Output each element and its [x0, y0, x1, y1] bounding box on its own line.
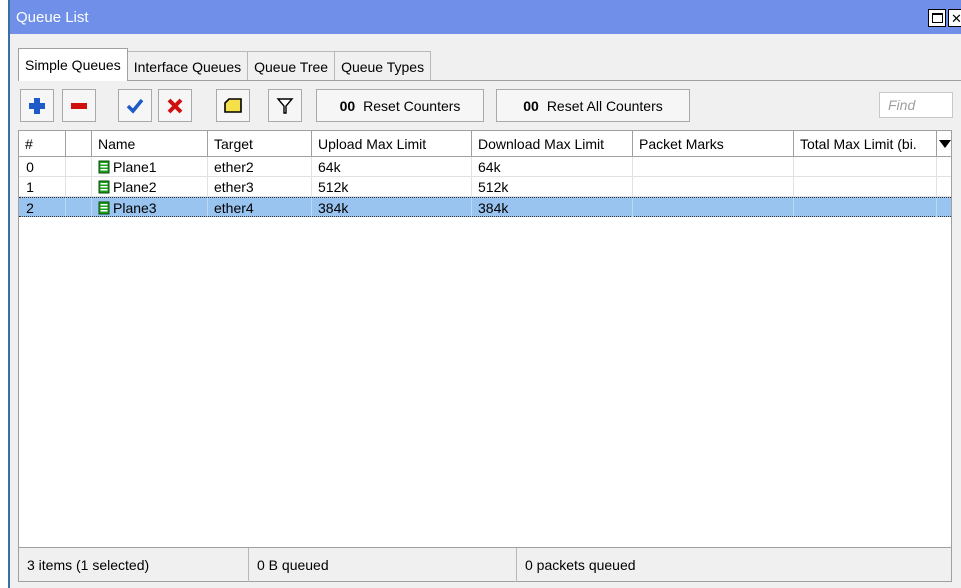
cell-name: Plane2 — [92, 177, 208, 196]
reset-counters-button[interactable]: 00 Reset Counters — [316, 89, 484, 122]
column-header-packet-marks[interactable]: Packet Marks — [633, 131, 794, 156]
cell-upload-max-limit: 64k — [312, 157, 472, 176]
find-input[interactable]: Find — [879, 92, 953, 118]
tab-queue-types[interactable]: Queue Types — [334, 51, 432, 81]
reset-all-counters-label: Reset All Counters — [546, 97, 663, 114]
tab-interface-queues[interactable]: Interface Queues — [126, 51, 249, 81]
cell-upload-max-limit: 384k — [312, 198, 472, 217]
cell-packet-marks — [633, 177, 794, 196]
maximize-button[interactable] — [928, 9, 946, 27]
counter-reset-all-icon: 00 — [523, 97, 539, 114]
table-row[interactable]: 1 Plane2 ether3 512k 512k — [19, 177, 951, 197]
tab-bar: Simple Queues Interface Queues Queue Tre… — [18, 48, 432, 81]
tab-queue-tree[interactable]: Queue Tree — [247, 51, 336, 81]
cell-target: ether3 — [208, 177, 312, 196]
cell-packet-marks — [633, 157, 794, 176]
status-packets-queued: 0 packets queued — [525, 557, 636, 573]
cell-download-max-limit: 64k — [472, 157, 633, 176]
enable-button[interactable] — [118, 89, 152, 122]
close-button[interactable]: ✕ — [948, 9, 961, 27]
window-title: Queue List — [16, 8, 89, 26]
queue-icon — [98, 201, 110, 215]
tab-simple-queues[interactable]: Simple Queues — [18, 48, 128, 81]
cell-flags — [66, 198, 92, 217]
cell-number: 2 — [19, 198, 66, 217]
counter-reset-icon: 00 — [339, 97, 356, 114]
column-header-name[interactable]: Name — [92, 131, 208, 156]
cell-number-text: 1 — [26, 178, 34, 195]
column-chooser-button[interactable] — [937, 131, 951, 156]
column-header-flags[interactable] — [66, 131, 92, 156]
filter-icon — [276, 97, 294, 114]
cell-download-max-limit: 384k — [472, 198, 633, 217]
remove-icon — [71, 102, 87, 109]
cell-number: 0 — [19, 157, 66, 176]
cell-download-max-limit-text: 64k — [478, 158, 501, 175]
reset-all-counters-button[interactable]: 00 Reset All Counters — [496, 89, 690, 122]
cell-flags — [66, 157, 92, 176]
disable-button[interactable] — [158, 89, 192, 122]
add-button[interactable] — [20, 89, 54, 122]
status-bytes-queued: 0 B queued — [249, 548, 517, 582]
tab-divider — [18, 80, 961, 81]
column-header-total-max-limit[interactable]: Total Max Limit (bi. — [794, 131, 937, 156]
cell-name: Plane3 — [92, 198, 208, 217]
cell-number-text: 2 — [26, 199, 34, 216]
column-header-number[interactable]: # — [19, 131, 66, 156]
table-header: # Name Target Upload Max Limit Download … — [19, 131, 951, 157]
add-icon — [29, 97, 45, 114]
cell-upload-max-limit-text: 384k — [318, 199, 349, 216]
cell-target-text: ether3 — [214, 178, 254, 195]
maximize-icon — [931, 13, 943, 23]
cell-name: Plane1 — [92, 157, 208, 176]
column-header-download-max-limit[interactable]: Download Max Limit — [472, 131, 633, 156]
remove-button[interactable] — [62, 89, 96, 122]
status-bar: 3 items (1 selected) 0 B queued 0 packet… — [18, 548, 952, 582]
cell-total-max-limit — [794, 157, 937, 176]
table-row[interactable]: 0 Plane1 ether2 64k 64k — [19, 157, 951, 177]
cell-number-text: 0 — [26, 158, 34, 175]
cell-name-text: Plane1 — [113, 158, 157, 175]
cell-download-max-limit-text: 512k — [478, 178, 509, 195]
cell-upload-max-limit-text: 512k — [318, 178, 349, 195]
cell-target-text: ether4 — [214, 199, 254, 216]
queue-list-window: Queue List ✕ Simple Queues Interface Que… — [8, 0, 961, 588]
cell-packet-marks — [633, 198, 794, 217]
cell-upload-max-limit: 512k — [312, 177, 472, 196]
cell-target-text: ether2 — [214, 158, 254, 175]
cell-name-text: Plane2 — [113, 178, 157, 195]
cell-flags — [66, 177, 92, 196]
cell-number: 1 — [19, 177, 66, 196]
close-icon: ✕ — [951, 10, 961, 26]
cell-name-text: Plane3 — [113, 199, 157, 216]
triangle-down-icon — [939, 139, 951, 148]
queue-icon — [98, 180, 110, 194]
cell-download-max-limit: 512k — [472, 177, 633, 196]
toolbar: 00 Reset Counters 00 Reset All Counters … — [20, 89, 955, 123]
cell-target: ether4 — [208, 198, 312, 217]
table-row[interactable]: 2 Plane3 ether4 384k 384k — [19, 197, 951, 217]
cell-total-max-limit — [794, 198, 937, 217]
column-header-target[interactable]: Target — [208, 131, 312, 156]
cell-total-max-limit — [794, 177, 937, 196]
title-bar[interactable]: Queue List ✕ — [10, 0, 961, 34]
cell-download-max-limit-text: 384k — [478, 199, 509, 216]
column-header-upload-max-limit[interactable]: Upload Max Limit — [312, 131, 472, 156]
reset-counters-label: Reset Counters — [363, 97, 461, 114]
comment-button[interactable] — [216, 89, 250, 122]
enable-check-icon — [126, 98, 144, 114]
queue-icon — [98, 160, 110, 174]
comment-icon — [224, 97, 242, 113]
cell-upload-max-limit-text: 64k — [318, 158, 341, 175]
cell-target: ether2 — [208, 157, 312, 176]
status-item-count: 3 items (1 selected) — [19, 548, 249, 582]
filter-button[interactable] — [268, 89, 302, 122]
queue-table: # Name Target Upload Max Limit Download … — [18, 130, 952, 548]
disable-x-icon — [167, 98, 183, 113]
